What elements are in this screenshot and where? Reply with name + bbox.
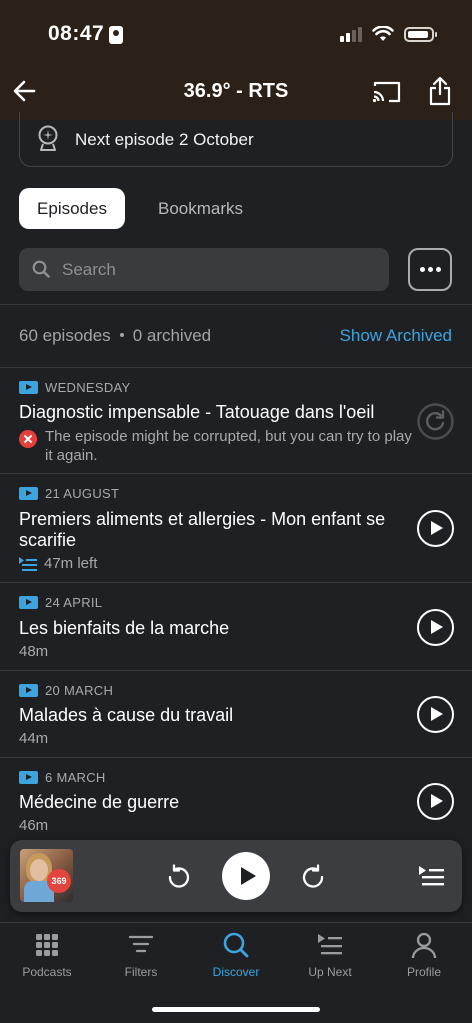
top-bar: 08:47 36.9° - RTS: [0, 0, 472, 120]
tab-bookmarks[interactable]: Bookmarks: [138, 188, 263, 229]
tab-podcasts[interactable]: Podcasts: [0, 931, 94, 979]
search-icon: [223, 932, 249, 958]
episode-title: Les bienfaits de la marche: [19, 618, 230, 638]
wifi-icon: [372, 26, 394, 41]
episode-duration: 46m: [19, 817, 49, 834]
episode-date: 24 APRIL: [19, 595, 102, 610]
filter-icon: [128, 935, 154, 953]
more-dot-icon: [419, 267, 425, 272]
episode-date: 21 AUGUST: [19, 486, 119, 501]
cellular-signal-icon: [340, 26, 362, 42]
list-item[interactable]: 21 AUGUST Premiers aliments et allergies…: [0, 474, 472, 582]
error-message: The episode might be corrupted, but you …: [45, 428, 412, 464]
search-input[interactable]: Search: [19, 248, 389, 291]
play-icon[interactable]: [417, 510, 454, 547]
profile-icon: [411, 932, 437, 959]
list-item[interactable]: 20 MARCH Malades à cause du travail 44m: [0, 671, 472, 757]
share-icon[interactable]: [428, 76, 452, 106]
episode-title: Diagnostic impensable - Tatouage dans l'…: [19, 402, 375, 422]
tab-label: Podcasts: [22, 965, 72, 979]
status-icons: [340, 26, 437, 42]
play-icon[interactable]: [417, 609, 454, 646]
grid-icon: [36, 934, 58, 956]
tab-discover[interactable]: Discover: [189, 931, 283, 979]
cast-icon[interactable]: [372, 80, 402, 104]
up-next-icon: [19, 557, 37, 572]
episode-time-left: 47m left: [19, 555, 97, 572]
episode-date: WEDNESDAY: [19, 380, 131, 395]
show-archived-link[interactable]: Show Archived: [340, 326, 452, 346]
archived-count: 0 archived: [132, 326, 212, 345]
episode-title: Malades à cause du travail: [19, 705, 234, 725]
episode-duration: 44m: [19, 730, 49, 747]
tab-filters[interactable]: Filters: [94, 931, 188, 979]
skip-forward-icon[interactable]: [300, 864, 326, 890]
search-placeholder: Search: [62, 260, 116, 279]
skip-back-icon[interactable]: [166, 864, 192, 890]
id-badge-icon: [109, 26, 123, 44]
tab-label: Up Next: [308, 965, 352, 979]
episode-title: Premiers aliments et allergies - Mon enf…: [19, 509, 386, 550]
podcast-artwork[interactable]: 369: [20, 849, 73, 902]
divider: [0, 304, 472, 305]
episode-duration: 48m: [19, 643, 49, 660]
up-next-icon[interactable]: [418, 864, 444, 888]
video-icon: [19, 771, 38, 784]
tab-episodes[interactable]: Episodes: [19, 188, 125, 229]
video-icon: [19, 596, 38, 609]
tab-label: Discover: [212, 965, 260, 979]
retry-icon[interactable]: [417, 403, 454, 440]
play-button[interactable]: [222, 852, 270, 900]
list-item[interactable]: WEDNESDAY Diagnostic impensable - Tatoua…: [0, 368, 472, 473]
home-indicator: [152, 1007, 320, 1012]
battery-icon: [404, 26, 437, 42]
artwork-badge: 369: [47, 869, 71, 893]
play-icon[interactable]: [417, 696, 454, 733]
mini-player[interactable]: 369: [10, 840, 462, 912]
tab-label: Profile: [406, 965, 441, 979]
queue-icon: [318, 934, 342, 955]
episode-counts: 60 episodes 0 archived: [19, 326, 211, 346]
video-icon: [19, 381, 38, 394]
next-episode-card: Next episode 2 October: [19, 112, 453, 167]
episodes-count: 60 episodes: [19, 326, 111, 345]
tab-label: Filters: [124, 965, 158, 979]
list-item[interactable]: 6 MARCH Médecine de guerre 46m: [0, 758, 472, 840]
video-icon: [19, 487, 38, 500]
episode-title: Médecine de guerre: [19, 792, 180, 812]
video-icon: [19, 684, 38, 697]
episode-date: 20 MARCH: [19, 683, 113, 698]
schedule-icon: [38, 125, 58, 151]
more-options-button[interactable]: [408, 248, 452, 291]
search-icon: [32, 260, 50, 278]
list-item[interactable]: 24 APRIL Les bienfaits de la marche 48m: [0, 583, 472, 670]
next-episode-text: Next episode 2 October: [75, 130, 254, 149]
tab-profile[interactable]: Profile: [377, 931, 471, 979]
error-icon: [19, 430, 37, 448]
status-time: 08:47: [48, 22, 105, 45]
episode-date: 6 MARCH: [19, 770, 106, 785]
tab-up-next[interactable]: Up Next: [283, 931, 377, 979]
play-icon[interactable]: [417, 783, 454, 820]
